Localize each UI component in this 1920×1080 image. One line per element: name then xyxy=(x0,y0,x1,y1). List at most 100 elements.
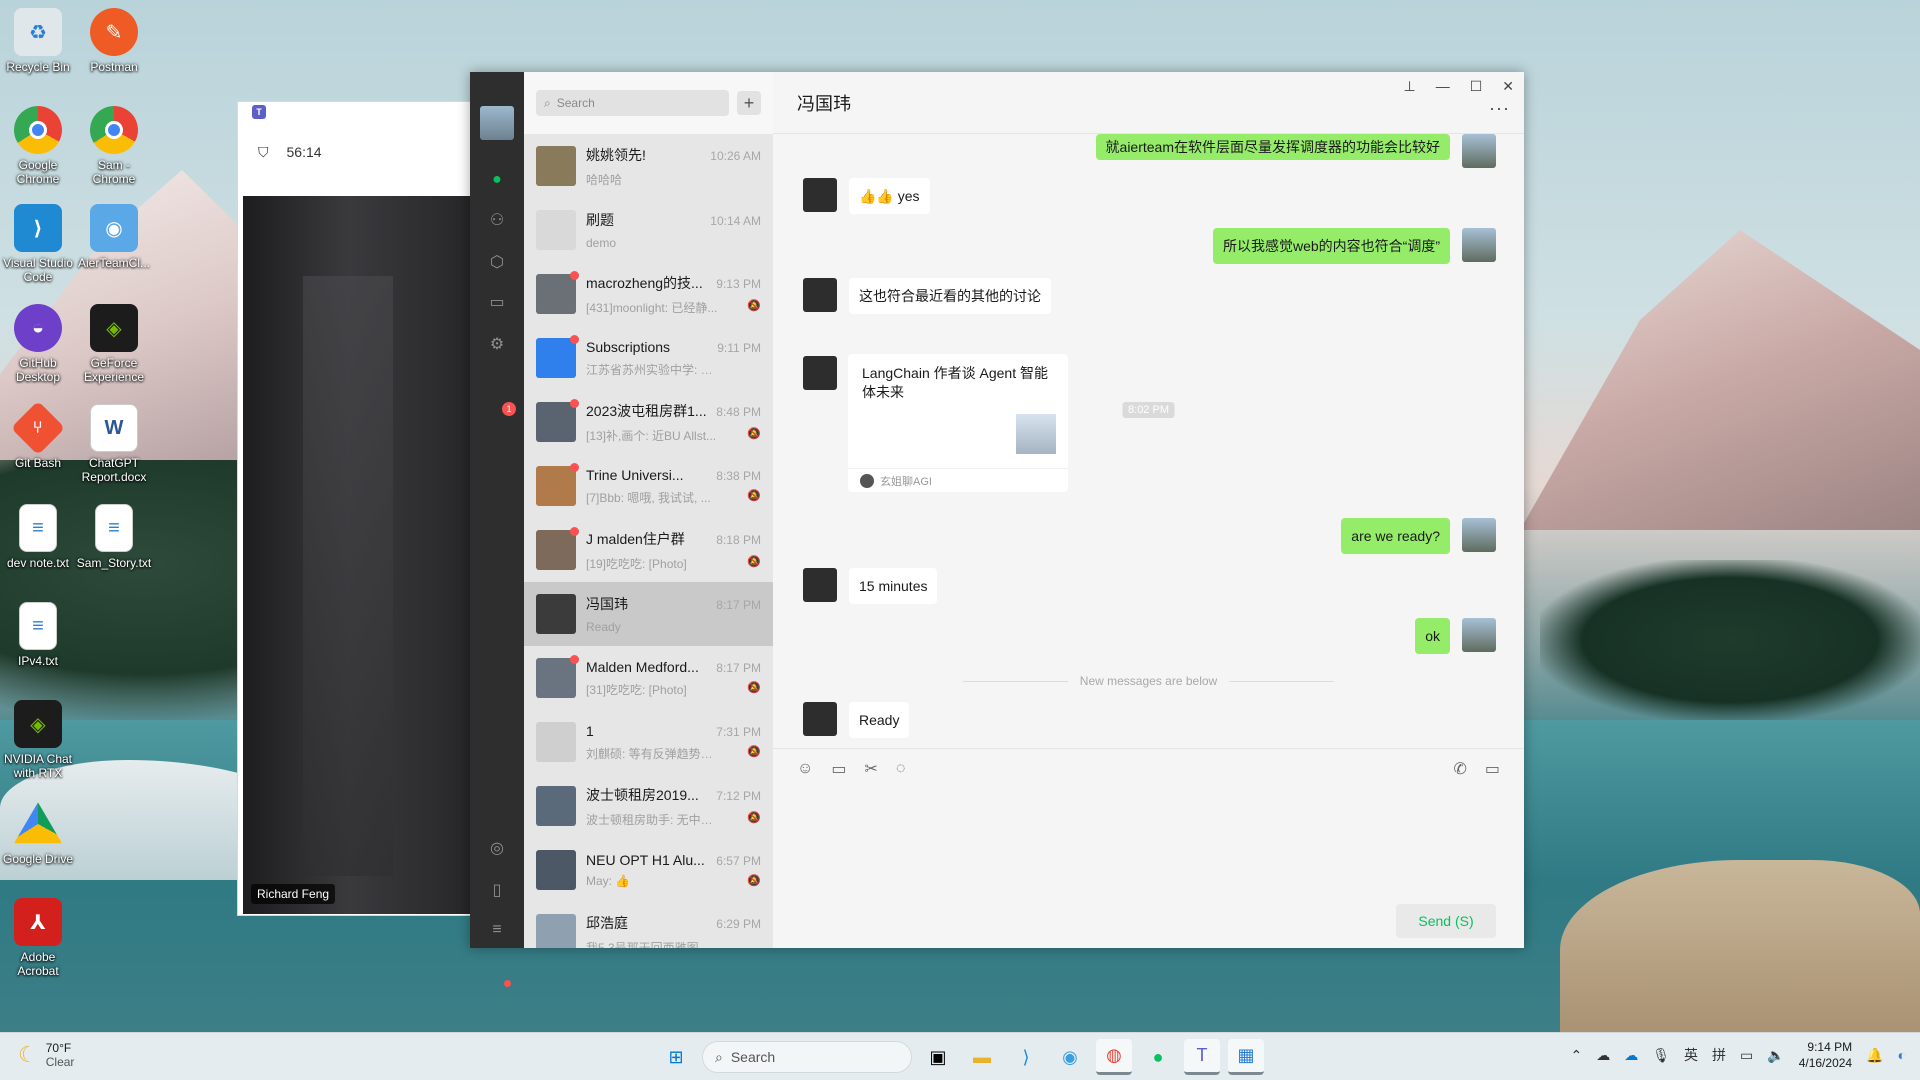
desktop-icon-chrome[interactable]: Google Chrome xyxy=(0,106,76,186)
task-view-icon[interactable]: ▣ xyxy=(920,1039,956,1075)
wechat-taskbar-icon[interactable]: ● xyxy=(1140,1039,1176,1075)
chat-list-item[interactable]: 刷题 10:14 AM demo xyxy=(524,198,773,262)
message-bubble[interactable]: are we ready? xyxy=(1341,518,1450,554)
teams-taskbar-icon[interactable]: T xyxy=(1184,1039,1220,1075)
app-taskbar-icon[interactable]: ▦ xyxy=(1228,1039,1264,1075)
chat-name: 波士顿租房2019... xyxy=(586,786,699,803)
screenshot-icon[interactable]: ✂ xyxy=(864,759,877,779)
taskbar-search[interactable]: ⌕ Search xyxy=(702,1041,912,1073)
favorites-icon[interactable]: ⬡ xyxy=(487,252,507,272)
chat-list-item[interactable]: Malden Medford... 8:17 PM [31]吃吃吃: [Phot… xyxy=(524,646,773,710)
contacts-icon[interactable]: ⚇ xyxy=(487,210,507,230)
desktop-icon-github[interactable]: ◒ GitHub Desktop xyxy=(0,304,76,384)
contact-avatar[interactable] xyxy=(803,356,837,390)
desktop-icon-sam-chrome[interactable]: Sam - Chrome xyxy=(76,106,152,186)
microphone-icon[interactable]: 🎙 xyxy=(1652,1047,1670,1064)
my-avatar[interactable] xyxy=(1462,228,1496,262)
weather-condition: Clear xyxy=(45,1055,75,1069)
chat-list-item[interactable]: 姚姚领先! 10:26 AM 哈哈哈 xyxy=(524,134,773,198)
desktop-icon-sam-story[interactable]: ≡ Sam_Story.txt xyxy=(76,504,152,570)
desktop-icon-postman[interactable]: ✎ Postman xyxy=(76,8,152,74)
maximize-button[interactable]: ☐ xyxy=(1470,78,1483,95)
folder-icon[interactable]: ▭ xyxy=(487,292,507,312)
message-bubble[interactable]: 15 minutes xyxy=(849,568,938,604)
volume-icon[interactable]: 🔈 xyxy=(1767,1047,1784,1064)
onedrive-blue-icon[interactable]: ☁ xyxy=(1624,1047,1638,1064)
chat-list-item[interactable]: 冯国玮 8:17 PM Ready xyxy=(524,582,773,646)
desktop-icon-acrobat[interactable]: ⅄ Adobe Acrobat xyxy=(0,898,76,978)
chat-list-item[interactable]: 1 7:31 PM 刘麒硕: 等有反弹趋势后... 🔕 xyxy=(524,710,773,774)
message-bubble[interactable]: Ready xyxy=(849,702,910,738)
message-row xyxy=(803,356,837,390)
contact-avatar[interactable] xyxy=(803,278,837,312)
weather-temperature: 70°F xyxy=(45,1041,72,1055)
pin-icon[interactable]: ⊥ xyxy=(1404,78,1416,95)
video-call-icon[interactable]: ▭ xyxy=(1485,759,1500,779)
start-button[interactable]: ⊞ xyxy=(658,1039,694,1075)
chat-icon[interactable]: ● xyxy=(487,170,507,190)
chrome-taskbar-icon[interactable]: ◍ xyxy=(1096,1039,1132,1075)
send-button[interactable]: Send (S) xyxy=(1396,904,1496,938)
minimize-button[interactable]: — xyxy=(1436,78,1450,95)
desktop-icon-git-bash[interactable]: ⑂ Git Bash xyxy=(0,400,76,470)
search-input[interactable]: ⌕ Search xyxy=(536,90,729,116)
desktop-icon-google-drive[interactable]: Google Drive xyxy=(0,800,76,866)
chat-history-icon[interactable]: ◌ xyxy=(896,760,906,778)
chat-list-item[interactable]: 邱浩庭 6:29 PM 我5.3号那天回西雅图 xyxy=(524,902,773,948)
message-bubble[interactable]: 👍👍 yes xyxy=(849,178,930,214)
message-bubble[interactable]: ok xyxy=(1415,618,1450,654)
contact-avatar[interactable] xyxy=(803,178,837,212)
chat-list-item[interactable]: macrozheng的技... 9:13 PM [431]moonlight: … xyxy=(524,262,773,326)
moments-icon[interactable]: ⚙ xyxy=(487,334,507,354)
copilot-icon[interactable]: ◐ xyxy=(1898,1047,1906,1063)
message-bubble[interactable]: 这也符合最近看的其他的讨论 xyxy=(849,278,1051,314)
chevron-up-icon[interactable]: ⌃ xyxy=(1571,1047,1583,1064)
weather-widget[interactable]: ☾ 70°F Clear xyxy=(18,1041,74,1069)
ime-english[interactable]: 英 xyxy=(1684,1045,1698,1065)
my-avatar[interactable] xyxy=(1462,518,1496,552)
contact-avatar[interactable] xyxy=(803,702,837,736)
wechat-window[interactable]: ● ⚇ ⬡ ▭ ⚙ 1 ◎ ▯ ≡ ⌕ Search + 姚姚领先! 10:26… xyxy=(470,72,1524,987)
ime-pinyin[interactable]: 拼 xyxy=(1712,1045,1726,1065)
phone-icon[interactable]: ▯ xyxy=(487,880,507,900)
menu-icon[interactable]: ≡ xyxy=(487,920,507,940)
add-chat-button[interactable]: + xyxy=(737,91,761,115)
chat-list-item[interactable]: NEU OPT H1 Alu... 6:57 PM May: 👍 🔕 xyxy=(524,838,773,902)
emoji-icon[interactable]: ☺ xyxy=(797,760,813,778)
desktop-icon-nvidia-chat[interactable]: ◈ NVIDIA Chat with RTX xyxy=(0,700,76,780)
vscode-taskbar-icon[interactable]: ⟩ xyxy=(1008,1039,1044,1075)
chat-list-item[interactable]: 波士顿租房2019... 7:12 PM 波士顿租房助手: 无中介... 🔕 xyxy=(524,774,773,838)
chat-list-item[interactable]: J malden住户群 8:18 PM [19]吃吃吃: [Photo] 🔕 xyxy=(524,518,773,582)
chat-list-item[interactable]: Subscriptions 9:11 PM 江苏省苏州实验中学: 英姿"... xyxy=(524,326,773,390)
aierteam-taskbar-icon[interactable]: ◉ xyxy=(1052,1039,1088,1075)
my-avatar[interactable] xyxy=(1462,134,1496,168)
contact-avatar[interactable] xyxy=(803,568,837,602)
file-explorer-icon[interactable]: ▬ xyxy=(964,1039,1000,1075)
clock[interactable]: 9:14 PM 4/16/2024 xyxy=(1799,1039,1852,1071)
desktop-icon-recycle-bin[interactable]: ♻ Recycle Bin xyxy=(0,8,76,74)
desktop-icon-dev-note[interactable]: ≡ dev note.txt xyxy=(0,504,76,570)
desktop-icon-vscode[interactable]: ⟩ Visual Studio Code xyxy=(0,204,76,284)
chat-list-item[interactable]: Trine Universi... 8:38 PM [7]Bbb: 嗯哦, 我试… xyxy=(524,454,773,518)
mini-programs-icon[interactable]: ◎ xyxy=(487,838,507,858)
desktop-icon-aierteam[interactable]: ◉ AierTeamCl... xyxy=(76,204,152,270)
desktop-icon-ipv4[interactable]: ≡ IPv4.txt xyxy=(0,602,76,668)
message-bubble[interactable]: 就aierteam在软件层面尽量发挥调度器的功能会比较好 xyxy=(1095,134,1450,160)
input-toolbar: ☺ ▭ ✂ ◌ ✆ ▭ xyxy=(773,748,1524,788)
message-bubble[interactable]: 所以我感觉web的内容也符合“调度” xyxy=(1212,228,1450,264)
chat-list-item[interactable]: 2023波屯租房群1... 8:48 PM [13]补,画个: 近BU Alls… xyxy=(524,390,773,454)
file-icon[interactable]: ▭ xyxy=(831,759,846,779)
message-area[interactable]: 就aierteam在软件层面尽量发挥调度器的功能会比较好 👍👍 yes 所以我感… xyxy=(773,134,1524,748)
notification-bell-icon[interactable]: 🔔 xyxy=(1866,1047,1883,1064)
close-button[interactable]: ✕ xyxy=(1502,78,1514,95)
onedrive-icon[interactable]: ☁ xyxy=(1596,1047,1610,1064)
my-avatar[interactable] xyxy=(1462,618,1496,652)
article-card[interactable]: LangChain 作者谈 Agent 智能体未来 玄姐聊AGI xyxy=(848,354,1068,492)
message-input[interactable] xyxy=(773,788,1524,894)
desktop-icon-geforce[interactable]: ◈ GeForce Experience xyxy=(76,304,152,384)
voice-call-icon[interactable]: ✆ xyxy=(1453,759,1466,779)
desktop-icon-chatgpt-report[interactable]: W ChatGPT Report.docx xyxy=(76,404,152,484)
network-icon[interactable]: ▭ xyxy=(1740,1047,1753,1064)
user-avatar[interactable] xyxy=(480,106,514,140)
more-options-button[interactable]: ··· xyxy=(1489,98,1510,119)
